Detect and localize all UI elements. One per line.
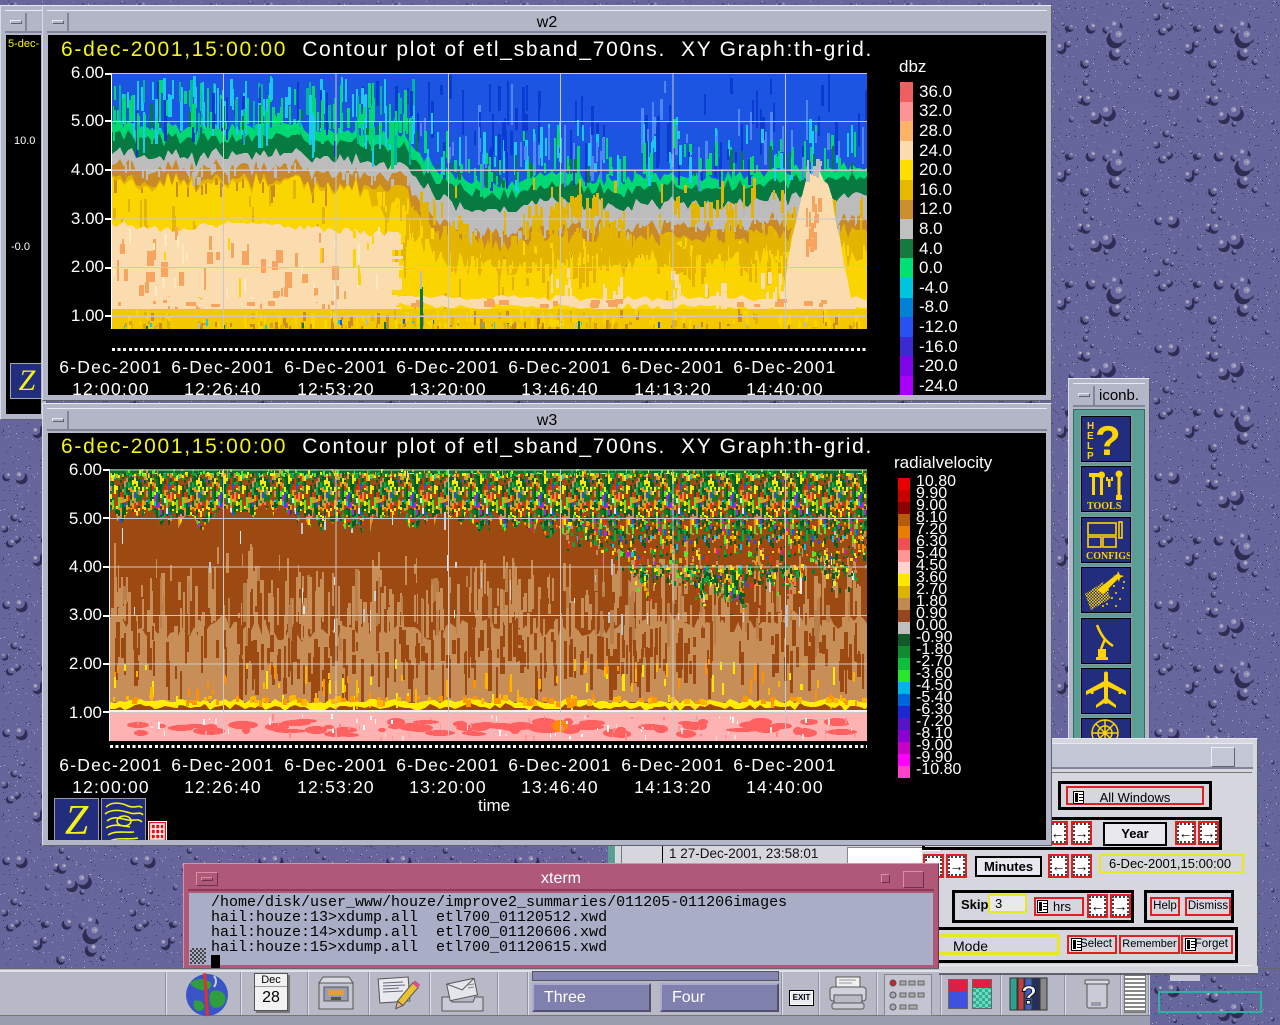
svg-text:TOOLS: TOOLS	[1087, 501, 1122, 511]
svg-text:P: P	[1087, 451, 1094, 461]
svg-text:?: ?	[1021, 980, 1037, 1010]
svg-text:CONFIGS: CONFIGS	[1086, 551, 1130, 562]
svg-text:?: ?	[1095, 417, 1121, 461]
